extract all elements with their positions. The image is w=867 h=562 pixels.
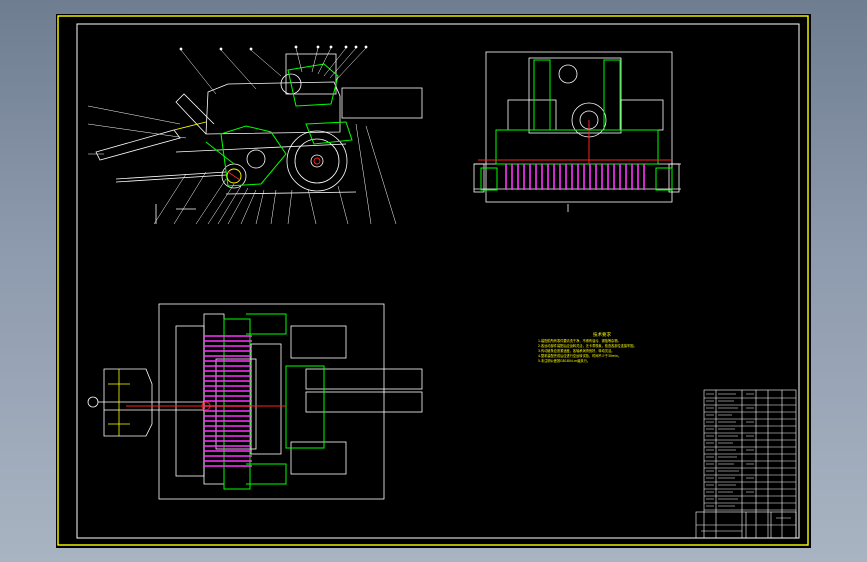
sheet-border-outer <box>57 15 809 546</box>
notes-title: 技术要求 <box>593 331 611 338</box>
cad-viewport[interactable]: 技术要求 1.装配前所有零件要清洗干净，不得有油污、锈蚀等杂物。 2.各运动部件… <box>56 14 811 548</box>
plan-view <box>87 303 423 500</box>
title-block-text-marks <box>701 393 791 532</box>
notes-line-2: 2.各运动部件装配后应运转灵活，无卡滞现象，检查各部位连接牢固。 <box>538 343 637 348</box>
side-view <box>95 53 423 224</box>
technical-notes: 技术要求 1.装配前所有零件要清洗干净，不得有油污、锈蚀等杂物。 2.各运动部件… <box>538 331 637 363</box>
sheet-border-inner <box>76 23 800 539</box>
notes-line-5: 5.未注明公差按GB1804-m级执行。 <box>538 358 590 363</box>
plan-view-yellow-parts <box>108 369 130 436</box>
plan-view-red-parts <box>126 401 286 411</box>
front-view-red-parts <box>478 120 671 164</box>
plan-view-tines <box>204 335 252 467</box>
notes-line-3: 3.传动链条应张紧适度，各轴承润滑良好，转动灵活。 <box>538 348 614 353</box>
notes-line-4: 4.整机装配完成后应进行空运转试验，时间不少于30min。 <box>538 353 621 358</box>
assembly-drawing: 技术要求 1.装配前所有零件要清洗干净，不得有油污、锈蚀等杂物。 2.各运动部件… <box>57 15 809 546</box>
notes-line-1: 1.装配前所有零件要清洗干净，不得有油污、锈蚀等杂物。 <box>538 338 621 343</box>
front-view-tines <box>505 164 645 190</box>
